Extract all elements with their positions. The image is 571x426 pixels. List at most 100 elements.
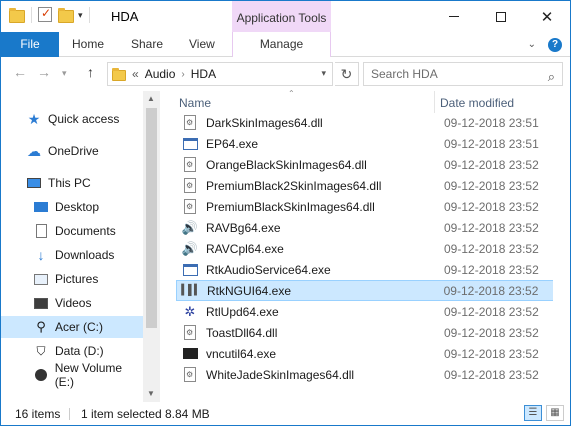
folder-icon[interactable] (9, 7, 25, 23)
breadcrumb-audio[interactable]: Audio (145, 67, 176, 81)
nav-item-data-d[interactable]: ⛉ Data (D:) (1, 340, 143, 362)
breadcrumb-hda[interactable]: HDA (191, 67, 216, 81)
file-name: OrangeBlackSkinImages64.dll (206, 157, 367, 172)
file-row[interactable]: RtkAudioService64.exe 09-12-2018 23:52 (176, 259, 554, 280)
sort-caret-icon: ⌃ (288, 89, 295, 98)
chevron-down-icon[interactable]: ▾ (321, 68, 326, 79)
maximize-button[interactable] (478, 1, 524, 32)
computer-icon (26, 175, 42, 191)
column-name[interactable]: Name (179, 96, 211, 110)
up-arrow-icon[interactable]: ↑ (87, 64, 94, 80)
nav-item-label: Documents (55, 224, 116, 238)
navigation-bar: ← → ▾ ↑ « Audio › HDA ▾ ↻ Search HDA ⌕ (1, 57, 570, 90)
file-name: PremiumBlackSkinImages64.dll (206, 199, 375, 214)
nav-item-label: Videos (55, 296, 92, 310)
file-row[interactable]: vncutil64.exe 09-12-2018 23:52 (176, 343, 554, 364)
file-date: 09-12-2018 23:52 (444, 346, 539, 361)
documents-icon (33, 223, 49, 239)
column-date-modified[interactable]: Date modified (440, 96, 514, 110)
new-folder-icon[interactable] (58, 7, 74, 23)
scroll-up-icon[interactable]: ▲ (147, 94, 155, 103)
file-row[interactable]: 🔊 RAVCpl64.exe 09-12-2018 23:52 (176, 238, 554, 259)
nav-item-label: Quick access (48, 112, 120, 126)
ribbon-tabs: File Home Share View Manage ⌄ ? (1, 32, 570, 57)
download-icon: ↓ (37, 247, 45, 263)
customize-toolbar-icon[interactable]: ▾ (78, 10, 83, 21)
nav-item-quick-access[interactable]: ★ Quick access (1, 108, 143, 130)
tab-file[interactable]: File (1, 32, 59, 57)
forward-arrow-icon[interactable]: → (37, 64, 51, 80)
nav-pane-scrollbar[interactable]: ▲ ▼ (143, 91, 160, 402)
toolbar-divider (88, 7, 90, 23)
column-divider[interactable] (434, 91, 435, 113)
nav-item-this-pc[interactable]: This PC (1, 172, 143, 194)
details-view-icon[interactable]: ☰ (524, 405, 542, 421)
nav-item-downloads[interactable]: ↓ Downloads (1, 244, 143, 266)
nav-item-label: This PC (48, 176, 91, 190)
chevron-right-icon[interactable]: › (181, 69, 184, 80)
nav-item-label: Data (D:) (55, 344, 104, 358)
tab-view[interactable]: View (189, 32, 215, 57)
dll-file-icon (182, 115, 198, 131)
file-date: 09-12-2018 23:52 (444, 220, 539, 235)
dll-file-icon (182, 157, 198, 173)
breadcrumb-overflow[interactable]: « (132, 67, 139, 81)
help-icon[interactable]: ? (548, 37, 562, 52)
file-list-scrollbar[interactable] (553, 113, 570, 402)
recent-locations-icon[interactable]: ▾ (62, 68, 67, 79)
star-icon: ★ (27, 110, 41, 127)
vnc-icon (182, 346, 198, 362)
nav-item-desktop[interactable]: Desktop (1, 196, 143, 218)
file-row-selected[interactable]: ▍▌▍ RtkNGUI64.exe 09-12-2018 23:52 (176, 280, 554, 301)
file-name: PremiumBlack2SkinImages64.dll (206, 178, 382, 193)
back-arrow-icon[interactable]: ← (13, 64, 27, 80)
file-row[interactable]: EP64.exe 09-12-2018 23:51 (176, 133, 554, 154)
address-bar[interactable]: « Audio › HDA ▾ (107, 62, 333, 86)
scrollbar-thumb[interactable] (146, 108, 157, 328)
file-row[interactable]: OrangeBlackSkinImages64.dll 09-12-2018 2… (176, 154, 554, 175)
properties-icon[interactable] (38, 6, 54, 23)
nav-item-label: Pictures (55, 272, 99, 286)
large-icons-view-icon[interactable]: ▦ (546, 405, 564, 421)
minimize-icon (449, 16, 459, 17)
nav-item-label: OneDrive (48, 144, 99, 158)
minimize-button[interactable] (431, 1, 477, 32)
file-name: RtlUpd64.exe (206, 304, 279, 319)
nav-item-onedrive[interactable]: ☁ OneDrive (1, 140, 143, 162)
nav-item-new-volume-e[interactable]: New Volume (E:) (1, 361, 143, 389)
refresh-button[interactable]: ↻ (335, 62, 359, 86)
nav-item-videos[interactable]: Videos (1, 292, 143, 314)
file-row[interactable]: PremiumBlack2SkinImages64.dll 09-12-2018… (176, 175, 554, 196)
close-button[interactable]: ✕ (524, 1, 570, 32)
scroll-down-icon[interactable]: ▼ (147, 389, 155, 398)
exe-file-icon (182, 262, 198, 278)
file-row[interactable]: 🔊 RAVBg64.exe 09-12-2018 23:52 (176, 217, 554, 238)
file-row[interactable]: ToastDll64.dll 09-12-2018 23:52 (176, 322, 554, 343)
file-name: RAVBg64.exe (206, 220, 281, 235)
audio-wave-icon: ▍▌▍ (181, 285, 201, 296)
speaker-icon: 🔊 (181, 240, 199, 256)
file-name: EP64.exe (206, 136, 259, 151)
drive-icon (33, 367, 49, 383)
pictures-icon (33, 271, 49, 287)
file-row[interactable]: WhiteJadeSkinImages64.dll 09-12-2018 23:… (176, 364, 554, 385)
search-input[interactable]: Search HDA ⌕ (363, 62, 563, 86)
file-name: WhiteJadeSkinImages64.dll (206, 367, 355, 382)
nav-item-documents[interactable]: Documents (1, 220, 143, 242)
nav-item-acer-c[interactable]: ⚲ Acer (C:) (1, 316, 143, 338)
updater-icon: ✲ (184, 303, 196, 319)
expand-ribbon-icon[interactable]: ⌄ (528, 39, 536, 50)
file-row[interactable]: PremiumBlackSkinImages64.dll 09-12-2018 … (176, 196, 554, 217)
nav-item-pictures[interactable]: Pictures (1, 268, 143, 290)
file-date: 09-12-2018 23:52 (444, 304, 539, 319)
cloud-icon: ☁ (27, 142, 41, 159)
file-row[interactable]: DarkSkinImages64.dll 09-12-2018 23:51 (176, 112, 554, 133)
file-row[interactable]: ✲ RtlUpd64.exe 09-12-2018 23:52 (176, 301, 554, 322)
context-tab-group-label: Application Tools (232, 1, 331, 32)
file-date: 09-12-2018 23:52 (444, 157, 539, 172)
tab-manage[interactable]: Manage (232, 32, 331, 57)
dll-file-icon (182, 367, 198, 383)
tab-share[interactable]: Share (131, 32, 163, 57)
dll-file-icon (182, 178, 198, 194)
tab-home[interactable]: Home (72, 32, 104, 57)
